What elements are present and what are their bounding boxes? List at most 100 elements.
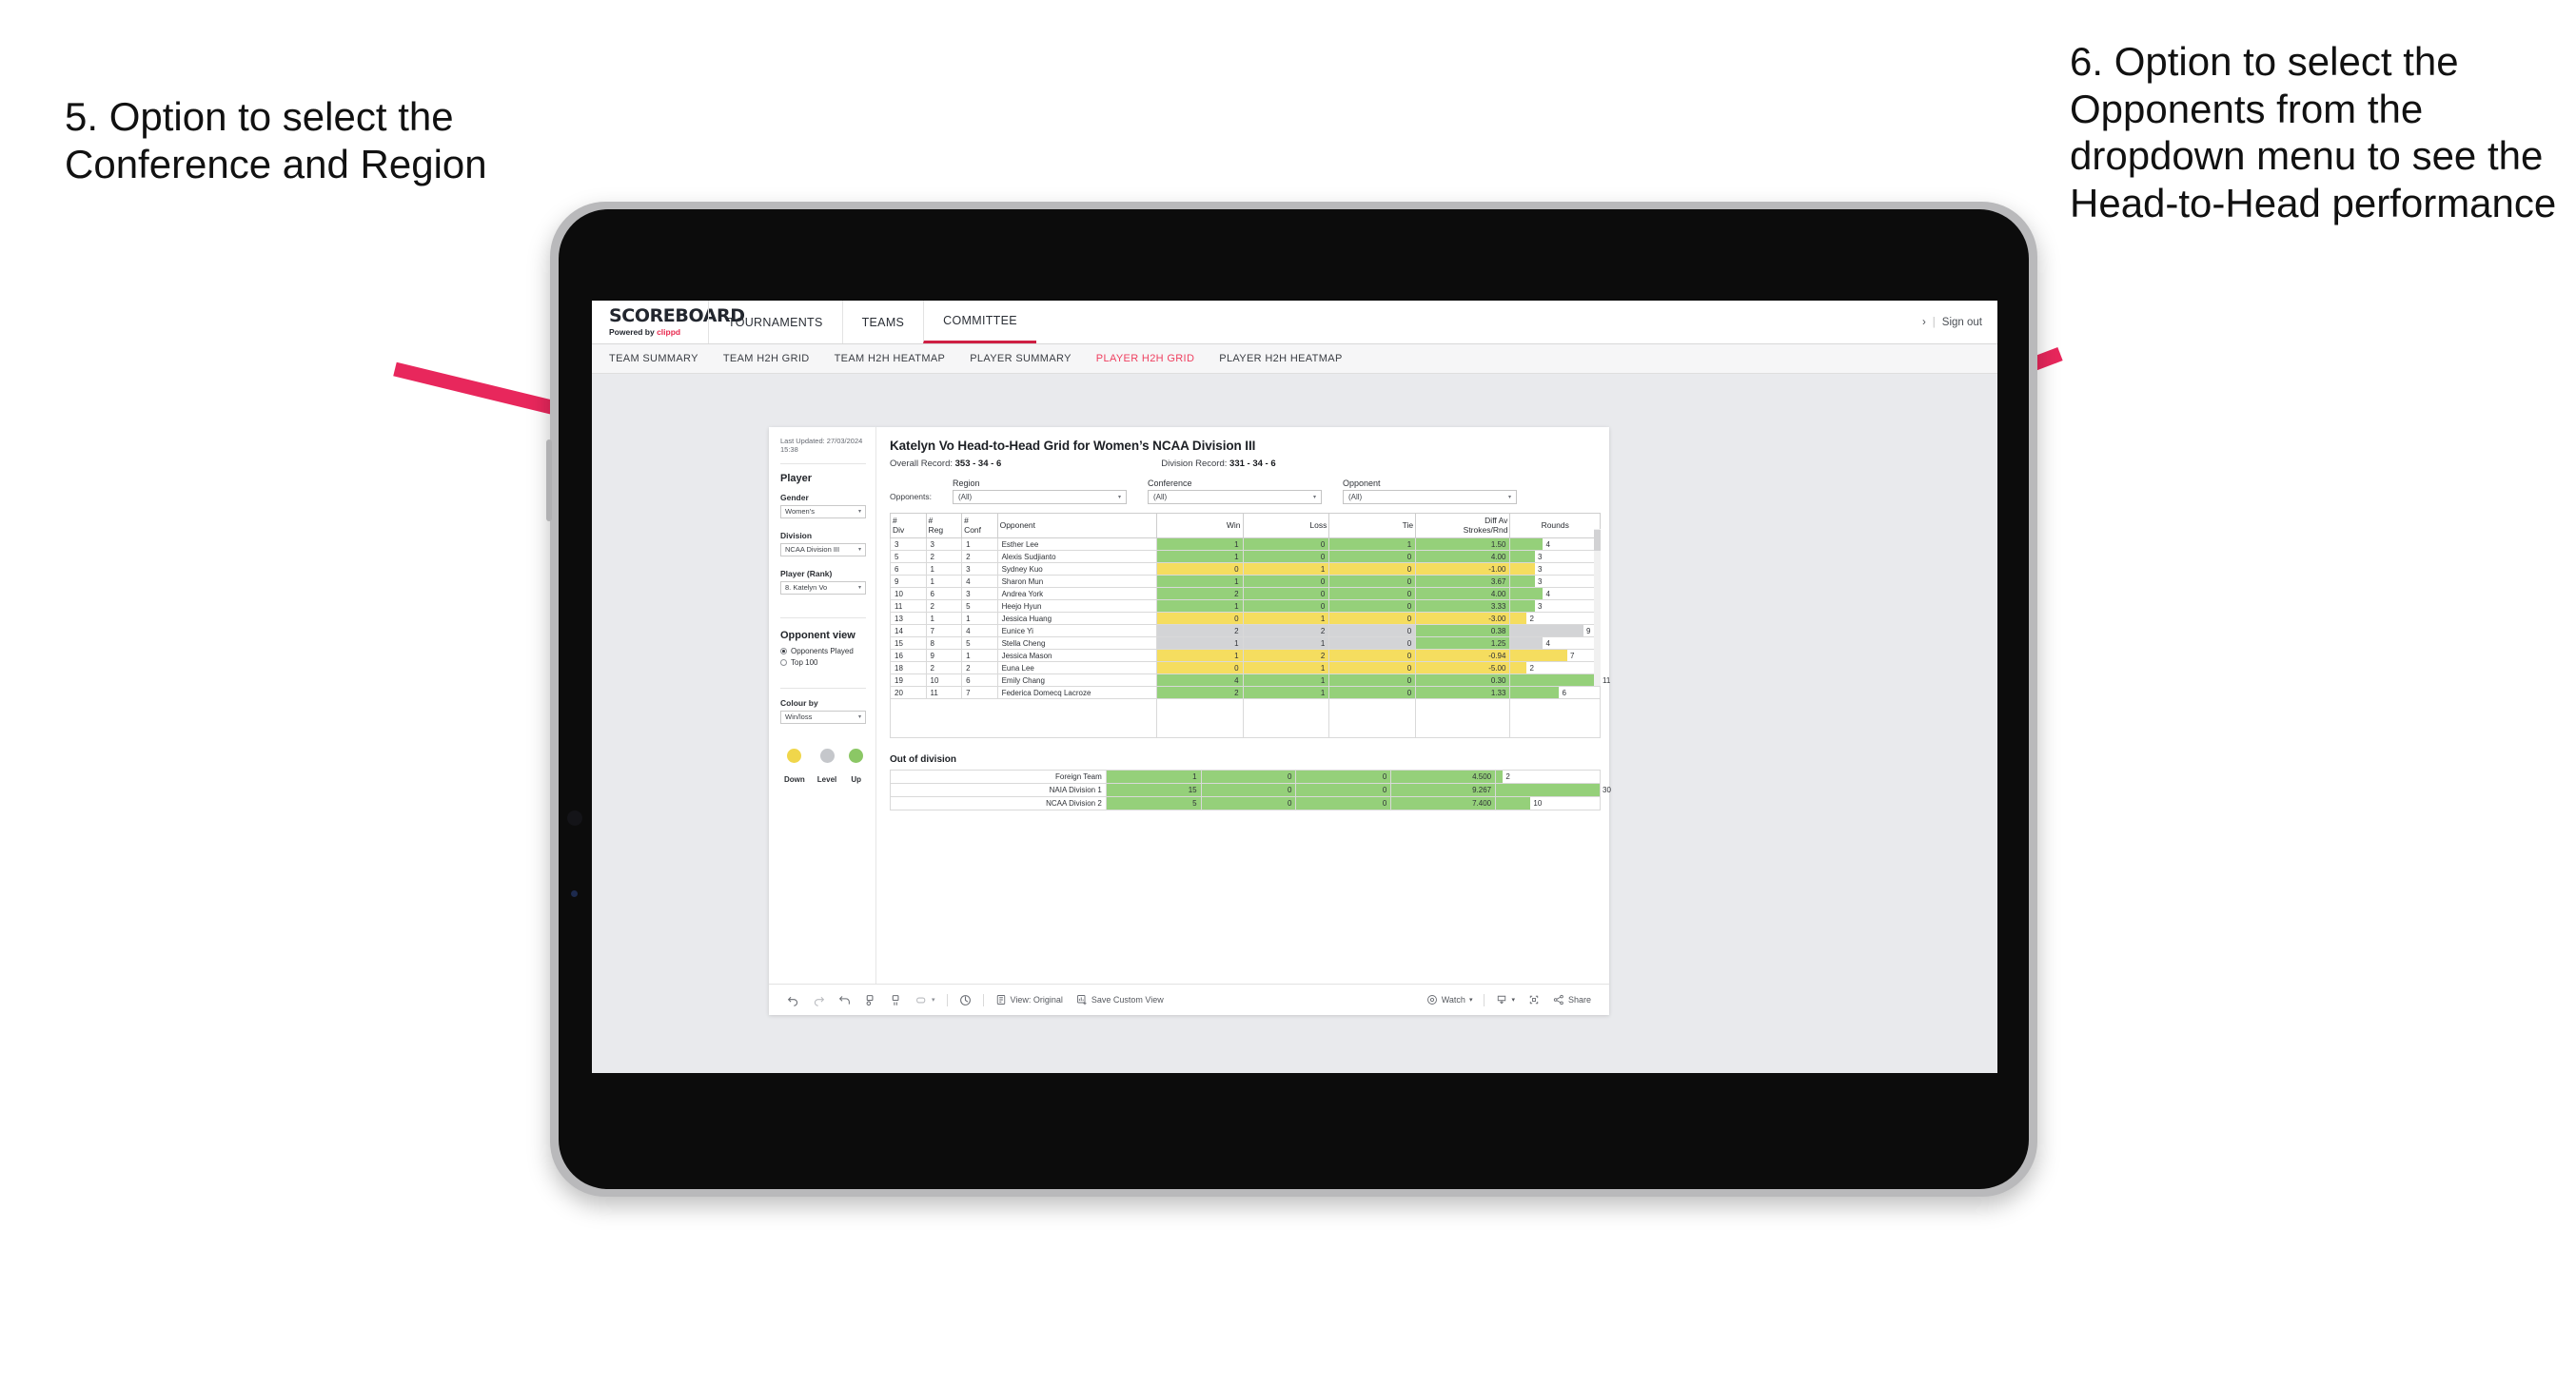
division-record: Division Record: 331 - 34 - 6 (1161, 459, 1275, 469)
cell-win: 2 (1155, 624, 1244, 638)
watch-button[interactable]: Watch ▾ (1420, 994, 1480, 1005)
cell-div: 18 (890, 661, 927, 675)
table-row[interactable]: 16 9 1 Jessica Mason 1 2 0 -0.94 7 (890, 649, 1601, 663)
player-section-heading: Player (780, 472, 813, 484)
cell-conf: 2 (961, 550, 998, 564)
share-button[interactable]: Share (1546, 994, 1598, 1005)
list-item[interactable]: Foreign Team 1 0 0 4.500 2 (890, 770, 1601, 785)
download-button[interactable]: ▾ (1489, 994, 1522, 1005)
grid-scrollbar-track[interactable] (1594, 529, 1601, 686)
col-reg[interactable]: # Reg (925, 512, 963, 539)
table-row[interactable]: 14 7 4 Eunice Yi 2 2 0 0.38 9 (890, 624, 1601, 638)
cell-tie: 0 (1328, 562, 1417, 576)
tablet-device: SCOREBOARD Powered by clippd TOURNAMENTS… (546, 202, 2037, 1197)
col-win[interactable]: Win (1155, 512, 1244, 539)
subtab-player-h2h-grid[interactable]: PLAYER H2H GRID (1096, 353, 1194, 364)
opponent-value: (All) (1347, 493, 1363, 501)
col-rounds[interactable]: Rounds (1509, 512, 1601, 539)
logo-tagline: Powered by clippd (609, 327, 708, 337)
rounds-bar (1510, 600, 1535, 613)
cell-conf: 6 (961, 673, 998, 688)
opponent-dropdown[interactable]: (All) ▾ (1342, 490, 1517, 504)
view-original-button[interactable]: View: Original (989, 994, 1070, 1005)
rounds-bar (1510, 625, 1583, 637)
table-row[interactable]: 10 6 3 Andrea York 2 0 0 4.00 4 (890, 587, 1601, 601)
chevron-down-icon: ▾ (1507, 495, 1511, 500)
cell-tie: 0 (1328, 599, 1417, 614)
legend-label-down: Down (784, 774, 805, 784)
nav-tab-committee[interactable]: COMMITTEE (923, 301, 1036, 343)
redo-button[interactable] (806, 994, 832, 1006)
list-item[interactable]: NAIA Division 1 15 0 0 9.267 30 (890, 783, 1611, 798)
list-item[interactable]: NCAA Division 2 5 0 0 7.400 10 (890, 796, 1601, 811)
revert-button[interactable] (832, 994, 857, 1006)
subtab-team-h2h-grid[interactable]: TEAM H2H GRID (723, 353, 810, 364)
cell-div: 20 (890, 686, 927, 700)
app-logo[interactable]: SCOREBOARD Powered by clippd (592, 301, 745, 343)
toolbar-separator (1484, 993, 1485, 1006)
undo-button[interactable] (780, 994, 806, 1006)
chevron-down-icon: ▾ (1468, 997, 1473, 1004)
table-row[interactable]: 5 2 2 Alexis Sudjianto 1 0 0 4.00 3 (890, 550, 1601, 564)
grid-scrollbar-thumb[interactable] (1594, 530, 1601, 551)
colour-by-dropdown[interactable]: Win/loss ▾ (780, 710, 866, 724)
col-tie[interactable]: Tie (1328, 512, 1417, 539)
cell-loss: 1 (1242, 686, 1330, 700)
cell-tie: 0 (1328, 673, 1417, 688)
nav-tab-tournaments[interactable]: TOURNAMENTS (708, 301, 842, 343)
gender-dropdown[interactable]: Women’s ▾ (780, 504, 866, 518)
cell-rounds: 3 (1509, 599, 1601, 614)
grid-head: # Div # Reg # Conf Opponent Win Loss Tie Di… (890, 512, 1601, 539)
subtab-player-summary[interactable]: PLAYER SUMMARY (970, 353, 1072, 364)
table-row[interactable]: 19 10 6 Emily Chang 4 1 0 0.30 11 (890, 673, 1610, 688)
table-row-spacer (890, 698, 1601, 739)
volume-button[interactable] (546, 439, 552, 521)
rounds-bar (1510, 613, 1527, 625)
cell-loss: 2 (1242, 624, 1330, 638)
col-diff[interactable]: Diff Av Strokes/Rnd (1415, 512, 1511, 539)
nav-tab-teams[interactable]: TEAMS (841, 301, 924, 343)
sign-out-link[interactable]: Sign out (1942, 317, 1982, 328)
rounds-bar (1510, 650, 1567, 662)
cell-loss: 0 (1242, 575, 1330, 589)
radio-opponents-played[interactable]: Opponents Played (780, 647, 866, 655)
filter-conference: Conference (All) ▾ (1147, 478, 1322, 504)
table-row[interactable]: 11 2 5 Heejo Hyun 1 0 0 3.33 3 (890, 599, 1601, 614)
radio-top-100[interactable]: Top 100 (780, 658, 866, 667)
table-row[interactable]: 20 11 7 Federica Domecq Lacroze 2 1 0 1.33 6 (890, 686, 1601, 700)
chevron-right-icon[interactable]: › (1922, 317, 1926, 328)
rounds-bar (1510, 687, 1560, 699)
subtab-team-summary[interactable]: TEAM SUMMARY (609, 353, 698, 364)
pan-button[interactable]: ▾ (909, 994, 942, 1006)
conference-dropdown[interactable]: (All) ▾ (1147, 490, 1322, 504)
cell-reg: 1 (925, 575, 963, 589)
cell-div: 9 (890, 575, 927, 589)
h2h-grid-table: # Div # Reg # Conf Opponent Win Loss Tie Di… (890, 512, 1610, 739)
subtab-player-h2h-heatmap[interactable]: PLAYER H2H HEATMAP (1219, 353, 1342, 364)
fullscreen-button[interactable] (1522, 994, 1546, 1005)
col-opponent[interactable]: Opponent (996, 512, 1157, 539)
col-loss[interactable]: Loss (1242, 512, 1330, 539)
col-conf[interactable]: # Conf (961, 512, 998, 539)
region-dropdown[interactable]: (All) ▾ (952, 490, 1127, 504)
cell-win: 2 (1155, 686, 1244, 700)
cell-win: 0 (1155, 612, 1244, 626)
rounds-bar (1510, 538, 1544, 551)
col-div[interactable]: # Div (890, 512, 927, 539)
table-row[interactable]: 6 1 3 Sydney Kuo 0 1 0 -1.00 3 (890, 562, 1601, 576)
save-custom-view-button[interactable]: Save Custom View (1070, 994, 1170, 1005)
pause-refresh-button[interactable] (883, 994, 909, 1006)
table-row[interactable]: 9 1 4 Sharon Mun 1 0 0 3.67 3 (890, 575, 1601, 589)
division-dropdown[interactable]: NCAA Division III ▾ (780, 542, 866, 556)
table-row[interactable]: 18 2 2 Euna Lee 0 1 0 -5.00 2 (890, 661, 1601, 675)
cell-win: 1 (1155, 649, 1244, 663)
cell-loss: 1 (1242, 636, 1330, 651)
refresh-button[interactable] (857, 994, 883, 1006)
table-row[interactable]: 3 3 1 Esther Lee 1 0 1 1.50 4 (890, 537, 1601, 552)
help-button[interactable] (953, 994, 978, 1006)
radio-top-100-label: Top 100 (791, 657, 818, 667)
table-row[interactable]: 13 1 1 Jessica Huang 0 1 0 -3.00 2 (890, 612, 1601, 626)
table-row[interactable]: 15 8 5 Stella Cheng 1 1 0 1.25 4 (890, 636, 1601, 651)
player-rank-dropdown[interactable]: 8. Katelyn Vo ▾ (780, 580, 866, 595)
subtab-team-h2h-heatmap[interactable]: TEAM H2H HEATMAP (835, 353, 946, 364)
